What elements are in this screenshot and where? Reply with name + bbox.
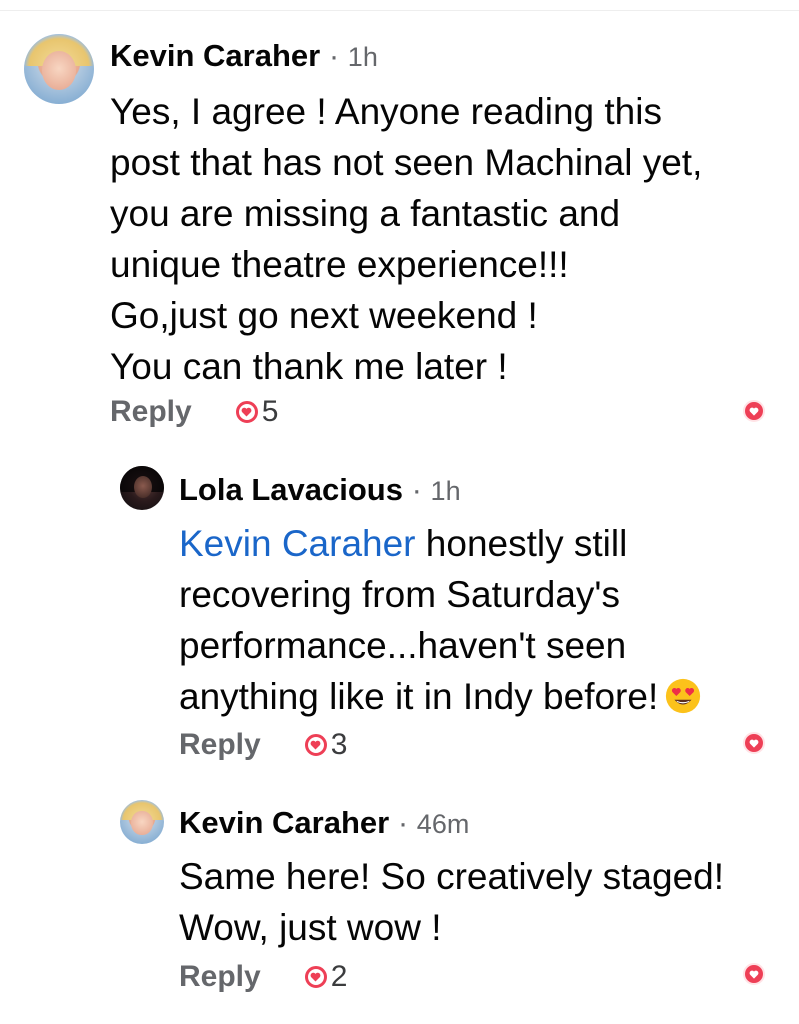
comment-actions: Reply 5	[110, 395, 278, 429]
comment-line: recovering from Saturday's	[179, 574, 620, 615]
separator-dot: ·	[397, 805, 409, 840]
heart-eyes-emoji-icon	[666, 678, 701, 714]
comment-actions: Reply 3	[179, 728, 347, 762]
heart-reaction-icon	[304, 966, 327, 988]
reply-button[interactable]: Reply	[110, 395, 192, 429]
comment-line: unique theatre experience!!!	[110, 244, 569, 285]
comment-line-rest: honestly still	[415, 523, 628, 564]
comment-line-text: anything like it in Indy before!	[179, 676, 659, 717]
avatar[interactable]	[120, 800, 164, 844]
comment-line: Kevin Caraher honestly still	[179, 518, 702, 569]
comment-text: Yes, I agree ! Anyone reading this post …	[110, 86, 702, 392]
author-name[interactable]: Kevin Caraher	[110, 38, 320, 73]
reaction-summary[interactable]: 3	[304, 728, 348, 762]
comment-text: Same here! So creatively staged! Wow, ju…	[179, 851, 724, 953]
timestamp[interactable]: 1h	[431, 476, 461, 506]
avatar[interactable]	[120, 466, 164, 510]
heart-reaction-icon	[304, 734, 327, 756]
comment-header: Lola Lavacious · 1h	[179, 472, 461, 508]
like-heart-icon[interactable]	[743, 400, 765, 422]
author-name[interactable]: Kevin Caraher	[179, 805, 389, 840]
comment-actions: Reply 2	[179, 960, 347, 994]
heart-reaction-icon	[235, 401, 258, 423]
comment-text: Kevin Caraher honestly still recovering …	[179, 518, 702, 722]
reaction-count: 3	[330, 728, 348, 761]
separator-dot: ·	[411, 472, 422, 507]
mention-link[interactable]: Kevin Caraher	[179, 523, 416, 564]
author-name[interactable]: Lola Lavacious	[179, 472, 403, 507]
like-heart-icon[interactable]	[743, 732, 765, 754]
comment-line: Same here! So creatively staged!	[179, 856, 725, 897]
separator-dot: ·	[328, 38, 340, 73]
comment-line: performance...haven't seen	[179, 625, 627, 666]
reaction-summary[interactable]: 2	[304, 960, 348, 994]
comment-line: post that has not seen Machinal yet,	[110, 142, 703, 183]
reaction-summary[interactable]: 5	[235, 395, 279, 429]
comment-header: Kevin Caraher · 1h	[110, 38, 378, 74]
timestamp[interactable]: 46m	[417, 809, 470, 839]
comment-line: Yes, I agree ! Anyone reading this	[110, 91, 662, 132]
reply-button[interactable]: Reply	[179, 728, 261, 762]
reply-button[interactable]: Reply	[179, 960, 261, 994]
comment-line: Go,just go next weekend !	[110, 295, 538, 336]
comment-line: You can thank me later !	[110, 346, 508, 387]
reaction-count: 5	[261, 395, 279, 428]
comment-header: Kevin Caraher · 46m	[179, 805, 469, 841]
comment-line: Wow, just wow !	[179, 907, 442, 948]
avatar[interactable]	[24, 34, 94, 104]
reaction-count: 2	[330, 960, 348, 993]
comment-line: you are missing a fantastic and	[110, 193, 621, 234]
like-heart-icon[interactable]	[743, 963, 765, 985]
top-divider	[0, 10, 799, 11]
timestamp[interactable]: 1h	[348, 42, 378, 72]
comment-line: anything like it in Indy before!	[179, 671, 702, 722]
